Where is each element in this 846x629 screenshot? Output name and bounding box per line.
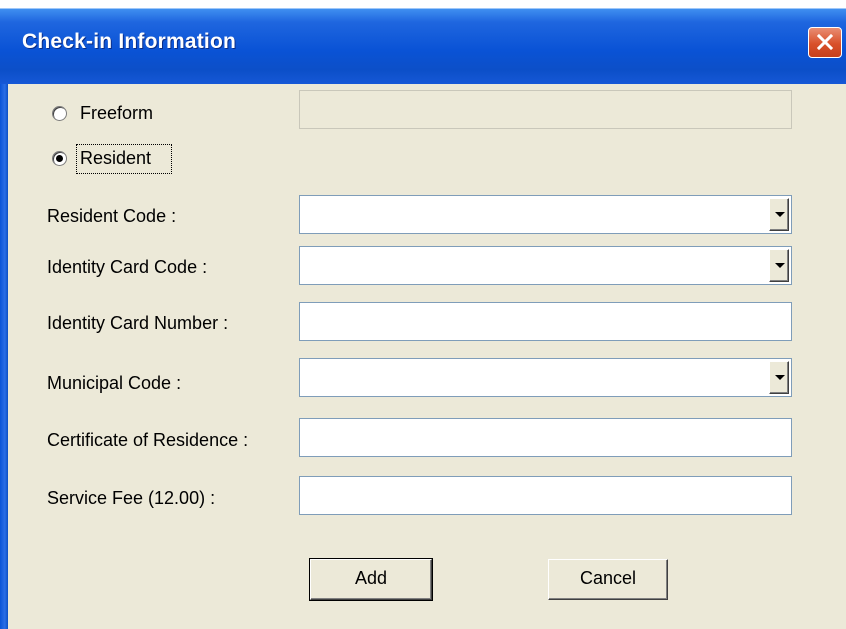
add-button[interactable]: Add <box>309 558 433 601</box>
certificate-of-residence-input[interactable] <box>299 418 792 457</box>
service-fee-label: Service Fee (12.00) : <box>47 488 216 508</box>
cancel-button[interactable]: Cancel <box>548 559 668 600</box>
resident-label[interactable]: Resident <box>80 147 151 169</box>
identity-card-code-label: Identity Card Code : <box>47 257 208 277</box>
window-frame-left <box>0 84 8 629</box>
identity-card-code-combo[interactable] <box>299 246 792 285</box>
dialog-body: Freeform Resident Resident Code : Identi… <box>8 84 846 629</box>
close-button[interactable] <box>808 27 842 58</box>
service-fee-input[interactable] <box>299 476 792 515</box>
municipal-code-combo[interactable] <box>299 358 792 397</box>
cancel-button-label: Cancel <box>579 568 637 588</box>
chevron-down-icon[interactable] <box>769 249 789 282</box>
freeform-input <box>299 90 792 129</box>
freeform-label[interactable]: Freeform <box>80 102 153 124</box>
chevron-down-icon[interactable] <box>769 361 789 394</box>
freeform-radio[interactable] <box>52 106 67 121</box>
title-bar[interactable]: Check-in Information <box>0 0 846 84</box>
chevron-down-icon[interactable] <box>769 198 789 231</box>
resident-code-combo[interactable] <box>299 195 792 234</box>
resident-code-label: Resident Code : <box>47 206 177 226</box>
window-title: Check-in Information <box>22 30 237 53</box>
identity-card-number-input[interactable] <box>299 302 792 341</box>
identity-card-number-label: Identity Card Number : <box>47 313 229 333</box>
close-icon <box>817 34 833 50</box>
certificate-of-residence-label: Certificate of Residence : <box>47 430 249 450</box>
resident-radio[interactable] <box>52 151 67 166</box>
municipal-code-label: Municipal Code : <box>47 373 182 393</box>
add-button-label: Add <box>354 568 388 588</box>
